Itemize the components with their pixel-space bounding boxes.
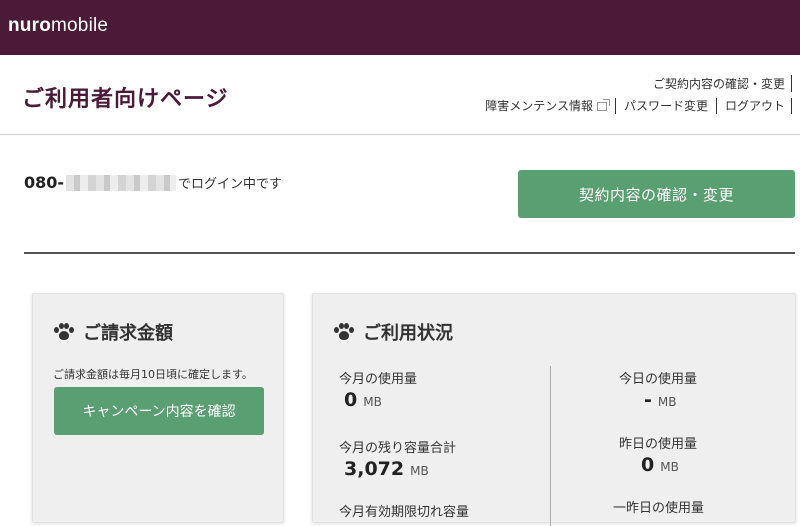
billing-title-text: ご請求金額 <box>83 323 173 344</box>
yesterday-usage-number: 0 <box>641 454 655 476</box>
outage-info-link[interactable]: 障害メンテンス情報 <box>477 98 616 114</box>
nuromobile-logo[interactable]: nuromobile <box>8 15 108 37</box>
remaining-number: 3,072 <box>344 458 405 480</box>
today-usage-value: - MB <box>644 389 676 411</box>
remaining-value: 3,072 MB <box>344 458 429 480</box>
month-usage-label: 今月の使用量 <box>339 372 418 387</box>
divider <box>24 252 795 254</box>
paw-icon <box>334 322 354 342</box>
usage-title-text: ご利用状況 <box>363 323 453 344</box>
top-bar: nuromobile <box>0 0 800 55</box>
remaining-unit: MB <box>410 464 429 478</box>
logo-bold-text: nuro <box>8 15 52 36</box>
page-title: ご利用者向けページ <box>22 87 229 112</box>
contract-confirm-button[interactable]: 契約内容の確認・変更 <box>518 170 795 218</box>
usage-card: ご利用状況 今月の使用量 0 MB 今月の残り容量合計 3,072 MB 今月有効期… <box>312 293 796 526</box>
today-usage-unit: MB <box>657 395 677 409</box>
masked-phone-number <box>66 174 177 191</box>
month-usage-number: 0 <box>344 389 358 411</box>
month-usage-unit: MB <box>363 395 382 409</box>
billing-title: ご請求金額 <box>54 319 173 345</box>
yesterday-usage-value: 0 MB <box>641 454 679 476</box>
login-status-text: でログイン中です <box>178 177 283 192</box>
usage-title: ご利用状況 <box>334 319 453 345</box>
campaign-confirm-button[interactable]: キャンペーン内容を確認 <box>54 387 264 435</box>
usage-separator <box>550 366 551 526</box>
billing-note: ご請求金額は毎月10日頃に確定します。 <box>53 368 253 381</box>
billing-card: ご請求金額 ご請求金額は毎月10日頃に確定します。 キャンペーン内容を確認 <box>32 293 284 523</box>
logout-link[interactable]: ログアウト <box>717 98 792 114</box>
header-contract-link[interactable]: ご契約内容の確認・変更 <box>653 75 792 92</box>
phone-prefix: 080- <box>24 173 65 192</box>
yesterday-usage-label: 昨日の使用量 <box>619 437 698 452</box>
login-status: 080- でログイン中です <box>24 173 282 192</box>
header-links: 障害メンテンス情報 パスワード変更 ログアウト <box>477 98 792 114</box>
today-usage-number: - <box>644 389 652 411</box>
password-change-link[interactable]: パスワード変更 <box>616 98 717 114</box>
page-header: ご利用者向けページ ご契約内容の確認・変更 障害メンテンス情報 パスワード変更 … <box>0 55 800 135</box>
expiring-capacity-label: 今月有効期限切れ容量 <box>339 505 470 520</box>
external-link-icon <box>596 99 610 111</box>
logo-rest-text: mobile <box>51 15 109 36</box>
yesterday-usage-unit: MB <box>660 460 679 474</box>
today-usage-label: 今日の使用量 <box>619 372 698 387</box>
remaining-label: 今月の残り容量合計 <box>339 441 457 456</box>
paw-icon <box>54 322 74 342</box>
outage-info-label: 障害メンテンス情報 <box>485 99 593 113</box>
month-usage-value: 0 MB <box>344 389 382 411</box>
